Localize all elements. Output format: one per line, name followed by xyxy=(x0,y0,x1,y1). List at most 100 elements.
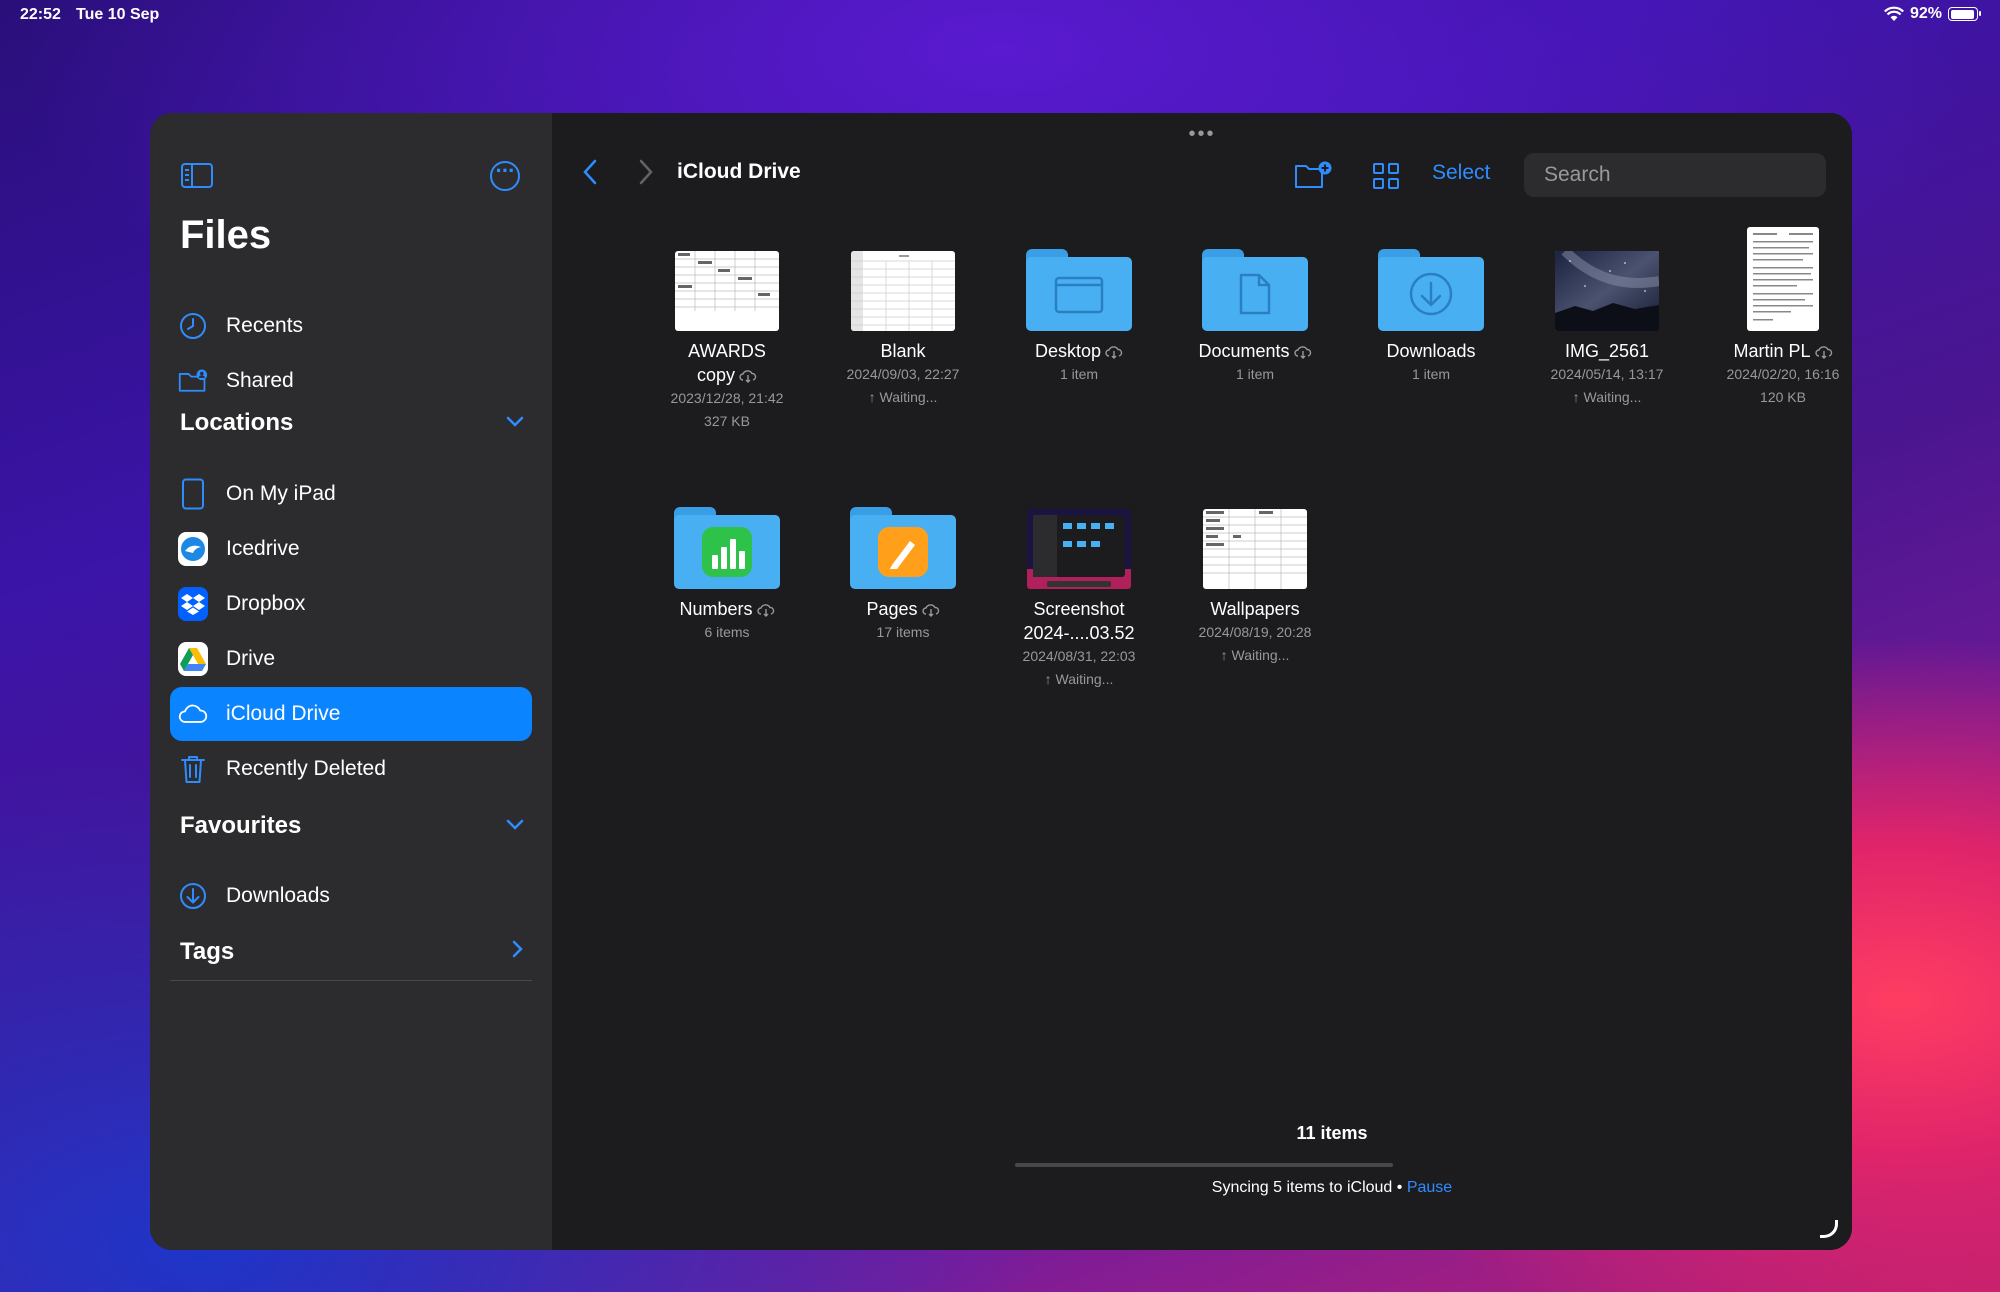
folder-downloads-icon xyxy=(1378,249,1484,331)
item-count: 1 item xyxy=(1235,366,1275,382)
file-name: copy xyxy=(696,365,736,385)
tags-header-label: Tags xyxy=(180,938,235,965)
item-count: 1 item xyxy=(1059,366,1099,382)
ipad-icon xyxy=(178,478,208,510)
battery-icon xyxy=(1948,7,1981,21)
pause-button[interactable]: Pause xyxy=(1407,1179,1452,1196)
item-count: 17 items xyxy=(876,624,930,640)
sidebar-item-dropbox[interactable]: Dropbox xyxy=(170,577,532,631)
screenshot-thumbnail xyxy=(1027,509,1131,589)
sidebar-item-label: Recents xyxy=(226,314,304,337)
folder-documents-icon xyxy=(1202,249,1308,331)
sidebar-item-icedrive[interactable]: Icedrive xyxy=(170,522,532,576)
file-name: IMG_2561 xyxy=(1564,341,1650,361)
file-item-img-2561[interactable]: IMG_2561 2024/05/14, 13:17 ↑ Waiting... xyxy=(1522,223,1692,409)
resize-handle-icon[interactable] xyxy=(1820,1220,1838,1238)
sync-text: Syncing 5 items to iCloud xyxy=(1211,1179,1393,1196)
chevron-down-icon[interactable] xyxy=(506,814,524,837)
cloud-download-icon xyxy=(739,370,757,384)
separator: • xyxy=(1396,1179,1403,1196)
status-date: Tue 10 Sep xyxy=(76,6,160,23)
sidebar-item-label: On My iPad xyxy=(226,482,336,505)
cloud-download-icon xyxy=(1293,346,1311,360)
more-options-icon[interactable]: ··· xyxy=(490,160,520,191)
file-item-martin-pl[interactable]: Martin PL 2024/02/20, 16:16 120 KB xyxy=(1698,223,1852,409)
chevron-right-icon[interactable] xyxy=(512,940,524,964)
dropbox-icon xyxy=(178,587,208,621)
sidebar-item-shared[interactable]: Shared xyxy=(170,354,532,408)
spreadsheet-thumbnail xyxy=(851,251,955,331)
sidebar-item-label: Icedrive xyxy=(226,537,300,560)
sidebar-item-icloud-drive[interactable]: iCloud Drive xyxy=(170,687,532,741)
icedrive-icon xyxy=(178,532,208,566)
file-item-pages[interactable]: Pages 17 items xyxy=(818,481,988,644)
file-name: Documents xyxy=(1198,341,1290,361)
locations-header-label: Locations xyxy=(180,409,294,436)
sidebar-item-label: Recently Deleted xyxy=(226,757,386,780)
folder-desktop-icon xyxy=(1026,249,1132,331)
sidebar-item-label: Drive xyxy=(226,647,276,670)
file-name: Wallpapers xyxy=(1210,599,1300,619)
wifi-icon xyxy=(1883,6,1904,21)
divider xyxy=(170,980,532,981)
favourites-header[interactable]: Favourites xyxy=(180,812,301,840)
sidebar-toggle-icon[interactable] xyxy=(181,163,213,188)
search-field[interactable] xyxy=(1524,153,1826,197)
sidebar-item-on-my-ipad[interactable]: On My iPad xyxy=(170,467,532,521)
forward-button[interactable] xyxy=(638,155,654,194)
download-circle-icon xyxy=(178,881,208,911)
files-window: ··· Files Recents Shared Locations On My… xyxy=(150,113,1852,1250)
back-button[interactable] xyxy=(582,155,598,194)
sidebar-item-drive[interactable]: Drive xyxy=(170,632,532,686)
file-item-blank[interactable]: Blank 2024/09/03, 22:27 ↑ Waiting... xyxy=(818,223,988,409)
upload-status: ↑ Waiting... xyxy=(1572,389,1642,405)
status-bar: 22:52 Tue 10 Sep 92% xyxy=(0,0,2000,30)
file-size: 327 KB xyxy=(704,413,750,429)
file-name: Downloads xyxy=(1386,341,1476,361)
sidebar-title: Files xyxy=(180,213,272,257)
shared-folder-icon xyxy=(178,366,208,396)
trash-icon xyxy=(178,754,208,784)
file-size: 120 KB xyxy=(1760,389,1806,405)
upload-status: ↑ Waiting... xyxy=(1044,671,1114,687)
file-item-numbers[interactable]: Numbers 6 items xyxy=(642,481,812,644)
folder-pages-icon xyxy=(850,507,956,589)
new-folder-button[interactable] xyxy=(1294,161,1332,189)
file-item-awards-copy[interactable]: AWARDS copy 2023/12/28, 21:42 327 KB xyxy=(642,223,812,433)
file-item-screenshot[interactable]: Screenshot 2024-....03.52 2024/08/31, 22… xyxy=(994,481,1164,691)
cloud-download-icon xyxy=(921,604,939,618)
sidebar-item-recents[interactable]: Recents xyxy=(170,299,532,353)
file-date: 2024/08/31, 22:03 xyxy=(1022,648,1136,664)
item-count-footer: 11 items xyxy=(1296,1123,1368,1143)
file-name: Blank xyxy=(880,341,926,361)
file-date: 2024/05/14, 13:17 xyxy=(1550,366,1664,382)
select-button[interactable]: Select xyxy=(1432,161,1490,185)
tags-header[interactable]: Tags xyxy=(180,938,234,966)
new-folder-icon xyxy=(1295,161,1332,188)
sidebar-item-recently-deleted[interactable]: Recently Deleted xyxy=(170,742,532,796)
grid-view-icon[interactable] xyxy=(1373,163,1399,189)
cloud-download-icon xyxy=(1814,346,1832,360)
sidebar-item-label: Shared xyxy=(226,369,294,392)
file-item-documents[interactable]: Documents 1 item xyxy=(1170,223,1340,386)
file-name: Martin PL xyxy=(1733,341,1811,361)
sidebar-item-label: iCloud Drive xyxy=(226,702,341,725)
item-count: 6 items xyxy=(704,624,750,640)
sidebar-item-label: Dropbox xyxy=(226,592,306,615)
sidebar-item-label: Downloads xyxy=(226,884,330,907)
sidebar-item-downloads[interactable]: Downloads xyxy=(170,869,532,923)
sync-status: Syncing 5 items to iCloud • Pause xyxy=(552,1179,1852,1197)
locations-header[interactable]: Locations xyxy=(180,409,293,437)
file-item-wallpapers[interactable]: Wallpapers 2024/08/19, 20:28 ↑ Waiting..… xyxy=(1170,481,1340,667)
window-handle-icon[interactable]: ••• xyxy=(1188,123,1215,146)
chevron-down-icon[interactable] xyxy=(506,411,524,434)
file-name: AWARDS xyxy=(688,341,766,361)
upload-status: ↑ Waiting... xyxy=(868,389,938,405)
file-date: 2024/09/03, 22:27 xyxy=(846,366,960,382)
file-item-desktop[interactable]: Desktop 1 item xyxy=(994,223,1164,386)
status-time: 22:52 xyxy=(20,6,61,23)
sync-progress-bar xyxy=(1015,1163,1393,1167)
search-input[interactable] xyxy=(1544,163,1815,187)
spreadsheet-thumbnail xyxy=(675,251,779,331)
file-item-downloads[interactable]: Downloads 1 item xyxy=(1346,223,1516,386)
